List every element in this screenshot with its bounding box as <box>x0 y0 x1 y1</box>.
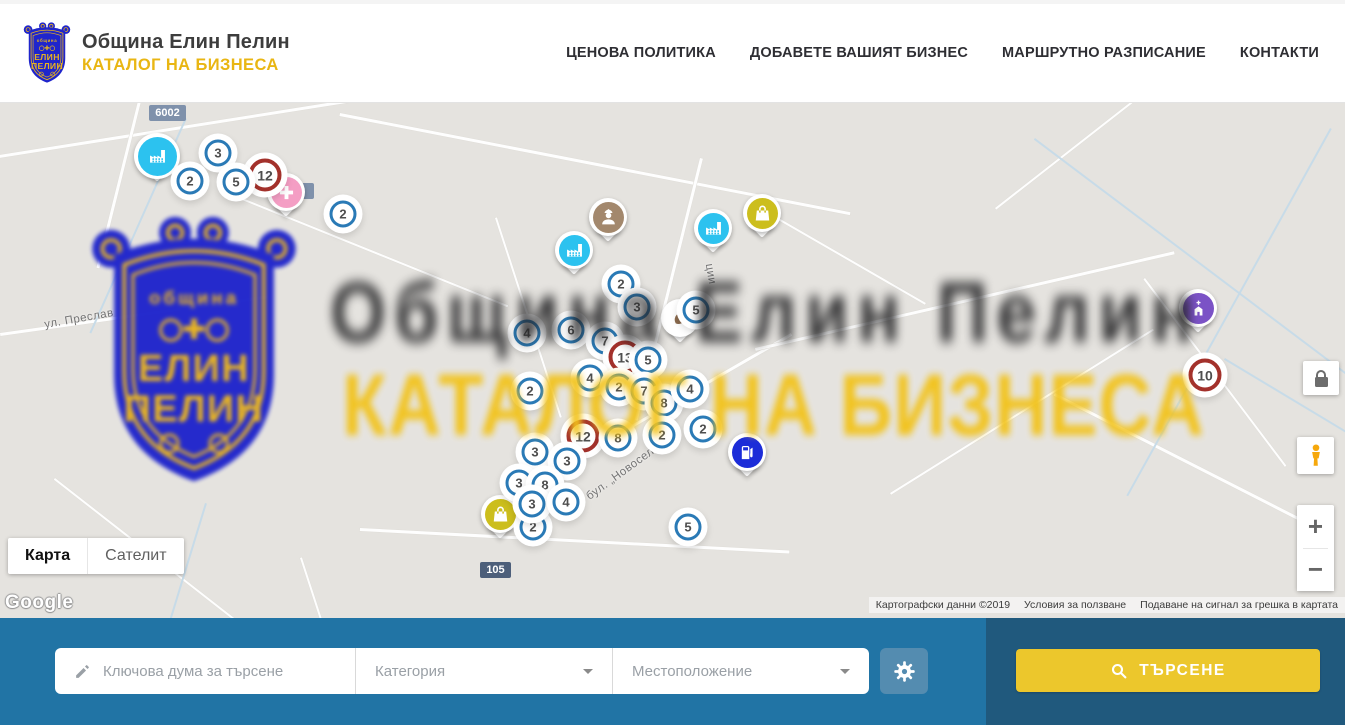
map-type-satellite-button[interactable]: Сателит <box>87 538 183 574</box>
map-attribution: Картографски данни ©2019 Условия за полз… <box>869 597 1345 613</box>
location-select-value: Местоположение <box>632 663 752 680</box>
map-cluster-marker[interactable]: 5 <box>675 514 702 541</box>
gear-icon <box>892 659 917 684</box>
search-button-label: ТЪРСЕНЕ <box>1139 662 1225 680</box>
map-pin-bag-marker[interactable] <box>743 194 781 232</box>
svg-text:ЕЛИН: ЕЛИН <box>34 51 60 61</box>
site-logo[interactable]: община ЕЛИН ПЕЛИН Община Елин Пелин КАТА… <box>22 21 290 86</box>
search-bar: Категория Местоположение <box>0 618 1345 725</box>
nav-contacts[interactable]: КОНТАКТИ <box>1240 45 1319 61</box>
map-cluster-marker[interactable]: 2 <box>606 374 633 401</box>
map-canvas[interactable]: 6002 105 ул. Преслав бул. „Новосел ции 1… <box>0 103 1345 618</box>
map-cluster-marker[interactable]: 2 <box>517 378 544 405</box>
advanced-settings-button[interactable] <box>880 648 928 694</box>
keyword-field[interactable] <box>55 648 355 694</box>
chevron-down-icon <box>840 669 850 674</box>
map-cluster-marker[interactable]: 4 <box>514 320 541 347</box>
map-cluster-marker[interactable]: 3 <box>205 140 232 167</box>
map-zoom-control: + − <box>1297 505 1334 591</box>
logo-text: Община Елин Пелин КАТАЛОГ НА БИЗНЕСА <box>82 31 290 75</box>
google-logo[interactable]: Google <box>5 592 73 614</box>
site-subtitle: КАТАЛОГ НА БИЗНЕСА <box>82 56 290 75</box>
municipality-crest-icon: община ЕЛИН ПЕЛИН <box>22 21 72 86</box>
map-type-map-button[interactable]: Карта <box>8 538 87 574</box>
nav-route-schedule[interactable]: МАРШРУТНО РАЗПИСАНИЕ <box>1002 45 1206 61</box>
chevron-down-icon <box>583 669 593 674</box>
map-cluster-marker[interactable]: 8 <box>651 390 678 417</box>
map-cluster-marker[interactable]: 5 <box>635 347 662 374</box>
attribution-report-link[interactable]: Подаване на сигнал за грешка в картата <box>1133 599 1345 611</box>
category-select[interactable]: Категория <box>355 648 612 694</box>
map-cluster-marker[interactable]: 6 <box>558 317 585 344</box>
map-pin-factory-marker[interactable] <box>555 231 593 269</box>
map-cluster-marker[interactable]: 4 <box>677 376 704 403</box>
svg-text:ПЕЛИН: ПЕЛИН <box>31 61 63 71</box>
map-pin-factory-marker[interactable] <box>134 133 180 179</box>
location-select[interactable]: Местоположение <box>612 648 869 694</box>
search-icon <box>1110 662 1128 680</box>
map-cluster-marker[interactable]: 4 <box>577 365 604 392</box>
map-cluster-marker[interactable]: 2 <box>177 168 204 195</box>
map-cluster-marker[interactable]: 2 <box>608 271 635 298</box>
map-cluster-marker[interactable]: 2 <box>690 416 717 443</box>
map-pin-worker-marker[interactable] <box>589 198 627 236</box>
map-cluster-marker[interactable]: 2 <box>520 514 547 541</box>
search-submit-button[interactable]: ТЪРСЕНЕ <box>1016 649 1320 692</box>
map-cluster-marker[interactable]: 3 <box>554 448 581 475</box>
map-pin-church-marker[interactable] <box>1179 289 1217 327</box>
page: община ЕЛИН ПЕЛИН Община Елин Пелин КАТА… <box>0 0 1345 725</box>
map-pin-fuel-marker[interactable] <box>728 433 766 471</box>
header: община ЕЛИН ПЕЛИН Община Елин Пелин КАТА… <box>0 0 1345 103</box>
map-cluster-marker[interactable]: 3 <box>522 439 549 466</box>
map-cluster-marker[interactable]: 3 <box>519 491 546 518</box>
zoom-out-button[interactable]: − <box>1297 549 1334 591</box>
map-cluster-marker[interactable]: 5 <box>223 169 250 196</box>
map-type-control: Карта Сателит <box>8 538 184 574</box>
pencil-icon <box>74 663 91 680</box>
pegman-icon <box>1305 443 1327 469</box>
main-nav: ЦЕНОВА ПОЛИТИКА ДОБАВЕТЕ ВАШИЯТ БИЗНЕС М… <box>566 45 1319 61</box>
keyword-search-input[interactable] <box>103 663 333 680</box>
map-markers-layer: 123252235467135422784128223323834510 <box>0 103 1345 618</box>
map-cluster-marker[interactable]: 5 <box>683 297 710 324</box>
svg-text:община: община <box>37 38 58 43</box>
map-cluster-marker[interactable]: 2 <box>649 422 676 449</box>
map-cluster-marker[interactable]: 4 <box>553 489 580 516</box>
search-fields-group: Категория Местоположение <box>55 648 869 694</box>
map-cluster-marker[interactable]: 3 <box>624 294 651 321</box>
map-lock-button[interactable] <box>1303 361 1339 395</box>
map-cluster-marker[interactable]: 8 <box>605 425 632 452</box>
map-cluster-marker[interactable]: 10 <box>1189 359 1222 392</box>
map-cluster-marker[interactable]: 12 <box>249 159 282 192</box>
attribution-terms-link[interactable]: Условия за ползване <box>1017 599 1133 611</box>
nav-add-your-business[interactable]: ДОБАВЕТЕ ВАШИЯТ БИЗНЕС <box>750 45 968 61</box>
map-pin-factory-marker[interactable] <box>694 209 732 247</box>
site-title: Община Елин Пелин <box>82 31 290 54</box>
lock-icon <box>1315 377 1328 387</box>
map-pin-bag-marker[interactable] <box>481 495 519 533</box>
nav-pricing-policy[interactable]: ЦЕНОВА ПОЛИТИКА <box>566 45 716 61</box>
zoom-in-button[interactable]: + <box>1297 506 1334 548</box>
street-view-pegman-button[interactable] <box>1297 437 1334 474</box>
map-cluster-marker[interactable]: 2 <box>330 201 357 228</box>
category-select-value: Категория <box>375 663 445 680</box>
attribution-copyright: Картографски данни ©2019 <box>869 599 1017 611</box>
